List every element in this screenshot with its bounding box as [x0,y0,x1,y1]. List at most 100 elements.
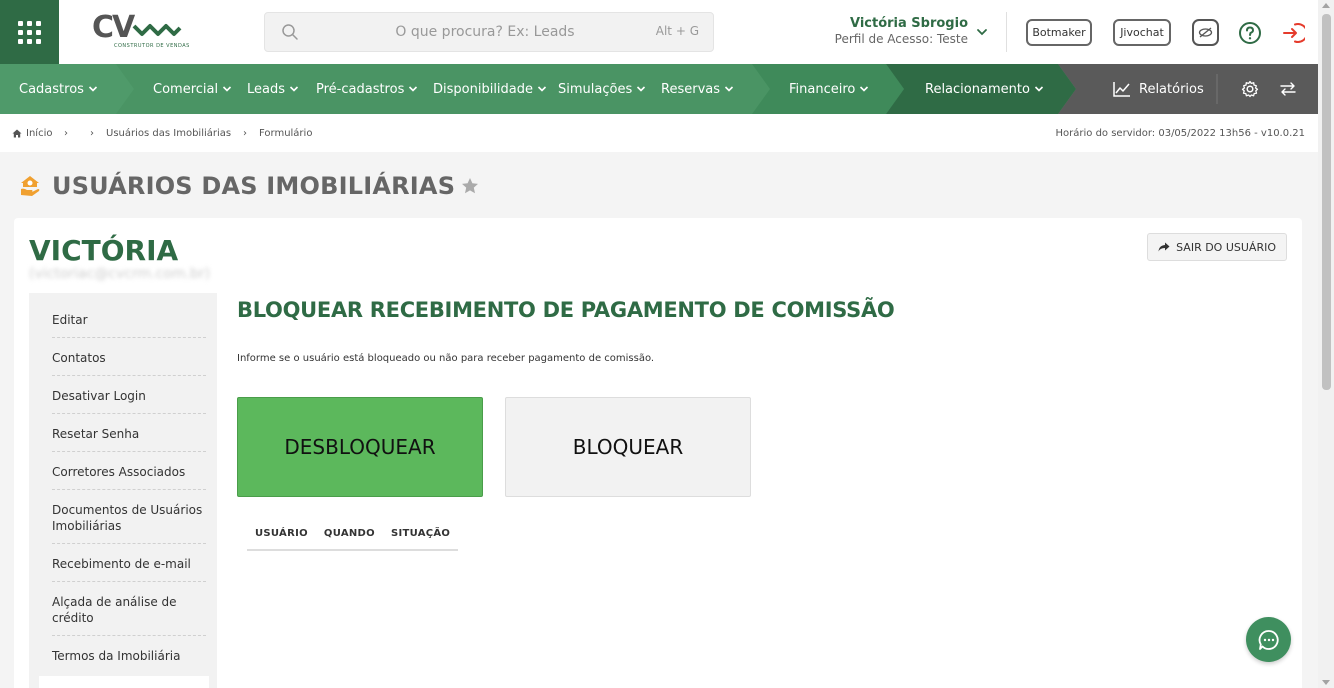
logo-subtitle: CONSTRUTOR DE VENDAS [114,43,190,49]
logout-icon [1282,22,1305,43]
chevron-down-icon [860,86,869,92]
nav-label: Relacionamento [925,81,1030,97]
nav-label: Leads [247,81,286,97]
scroll-up-arrow[interactable] [1322,3,1330,8]
side-menu-resetar-senha[interactable]: Resetar Senha [52,414,206,452]
nav-pre-cadastros[interactable]: Pré-cadastros [316,64,418,114]
help-button[interactable] [1236,19,1263,46]
column-header-usuario: USUÁRIO [247,524,316,551]
chevron-down-icon [223,86,232,92]
breadcrumb-home[interactable]: Início [12,128,52,139]
chevron-down-icon [977,29,987,36]
real-estate-user-icon [21,176,40,196]
main-nav: Cadastros Comercial Leads Pré-cadastros … [0,64,1318,114]
nav-label: Comercial [153,81,219,97]
logout-button[interactable] [1279,19,1306,46]
user-heading: VICTÓRIA [29,234,179,267]
side-menu-alcada-credito[interactable]: Alçada de análise de crédito [52,582,206,636]
chevron-down-icon [1034,86,1043,92]
nav-label: Cadastros [19,81,84,97]
nav-leads[interactable]: Leads [247,64,299,114]
chevron-right-icon: › [90,128,94,139]
column-header-quando: QUANDO [315,524,383,551]
global-search: Alt + G [264,12,714,52]
side-menu-contatos[interactable]: Contatos [52,338,206,376]
search-input[interactable] [325,21,645,43]
nav-financeiro[interactable]: Financeiro [789,64,869,114]
nav-comercial[interactable]: Comercial [153,64,232,114]
user-profile-menu[interactable]: Victória Sbrogio Perfil de Acesso: Teste [818,16,990,46]
share-icon [1158,242,1170,252]
chevron-down-icon [289,86,299,92]
apps-grid-icon [18,20,41,44]
gear-icon [1241,80,1259,98]
page-title: USUÁRIOS DAS IMOBILIÁRIAS [52,172,456,200]
section-description: Informe se o usuário está bloqueado ou n… [237,353,655,364]
nav-label: Pré-cadastros [316,81,405,97]
nav-relatorios[interactable]: Relatórios [1113,64,1204,114]
hide-values-button[interactable] [1192,19,1219,46]
server-time: Horário do servidor: 03/05/2022 13h56 - … [1055,128,1305,139]
divider [1006,12,1007,52]
help-icon [1238,21,1261,44]
chevron-down-icon [637,86,646,92]
breadcrumb: Início › › Usuários das Imobiliárias › F… [0,114,1318,152]
breadcrumb-home-label: Início [26,128,53,139]
breadcrumb-item-formulario: Formulário [259,128,313,139]
chart-line-icon [1113,82,1130,97]
home-icon [12,129,22,138]
chat-button[interactable] [1246,617,1291,662]
unblock-button[interactable]: DESBLOQUEAR [237,397,483,497]
side-menu-recebimento-email[interactable]: Recebimento de e-mail [52,544,206,582]
chevron-right-icon: › [243,128,247,139]
block-button[interactable]: BLOQUEAR [505,397,751,497]
chevron-right-icon: › [64,128,68,139]
side-menu-documentos[interactable]: Documentos de Usuários Imobiliárias [52,490,206,544]
nav-relacionamento[interactable]: Relacionamento [925,64,1044,114]
exchange-icon [1280,82,1296,96]
side-menu-editar[interactable]: Editar [52,300,206,338]
eye-slash-icon [1192,19,1219,46]
exit-user-button[interactable]: SAIR DO USUÁRIO [1147,233,1287,261]
user-email: (victoriac@cvcrm.com.br) [29,266,211,282]
section-title: BLOQUEAR RECEBIMENTO DE PAGAMENTO DE COM… [237,298,895,322]
nav-label: Simulações [558,81,633,97]
logo-wave-icon [132,24,182,36]
exit-user-label: SAIR DO USUÁRIO [1176,240,1276,254]
apps-menu-button[interactable] [0,0,59,64]
user-access-profile: Perfil de Acesso: Teste [834,32,968,46]
side-menu-desativar-login[interactable]: Desativar Login [52,376,206,414]
nav-label: Financeiro [789,81,856,97]
settings-button[interactable] [1237,64,1259,114]
breadcrumb-item-usuarios[interactable]: Usuários das Imobiliárias [106,128,231,139]
scroll-down-arrow[interactable] [1322,680,1330,685]
logo[interactable]: CV CONSTRUTOR DE VENDAS [92,10,190,54]
nav-disponibilidade[interactable]: Disponibilidade [433,64,547,114]
star-icon[interactable] [461,177,479,195]
search-shortcut: Alt + G [655,24,699,38]
nav-label: Disponibilidade [433,81,534,97]
chevron-down-icon [724,86,734,92]
botmaker-button[interactable]: Botmaker [1026,19,1092,46]
chevron-down-icon [409,86,418,92]
page-header: USUÁRIOS DAS IMOBILIÁRIAS [18,170,479,202]
chevron-down-icon [88,86,97,92]
chevron-down-icon [537,86,547,92]
switch-button[interactable] [1275,64,1297,114]
jivochat-button[interactable]: Jivochat [1113,19,1171,46]
nav-cadastros[interactable]: Cadastros [19,64,98,114]
nav-label: Reservas [661,81,720,97]
column-header-situacao: SITUAÇÃO [382,524,459,551]
page-scrollbar[interactable] [1318,0,1334,688]
top-bar: CV CONSTRUTOR DE VENDAS Alt + G Victória… [0,0,1318,64]
search-icon [282,24,298,40]
side-menu-corretores-associados[interactable]: Corretores Associados [52,452,206,490]
side-menu-active-indicator [39,676,209,688]
chat-bubble-icon [1258,629,1279,650]
history-table: USUÁRIO QUANDO SITUAÇÃO [247,524,459,551]
scroll-thumb[interactable] [1322,14,1331,390]
nav-simulacoes[interactable]: Simulações [558,64,646,114]
side-menu-termos[interactable]: Termos da Imobiliária [52,636,206,674]
nav-reservas[interactable]: Reservas [661,64,734,114]
user-form-card: VICTÓRIA (victoriac@cvcrm.com.br) SAIR D… [14,218,1302,688]
